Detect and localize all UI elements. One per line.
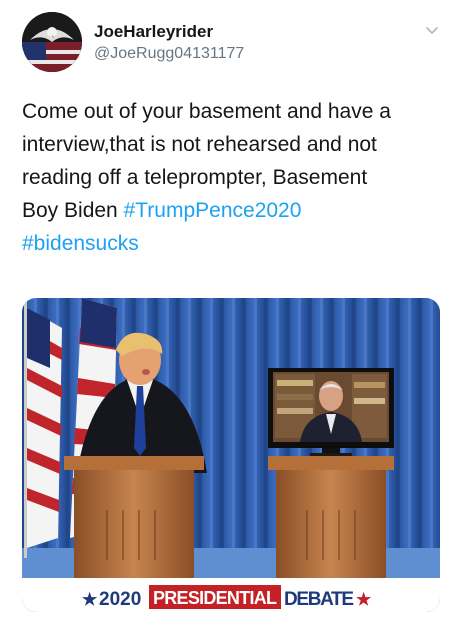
hashtag-link[interactable]: #TrumpPence2020 [124, 199, 302, 222]
eagle-flag-avatar-icon [22, 12, 82, 72]
debate-banner: ★ 2020 PRESIDENTIAL DEBATE ★ [22, 578, 440, 612]
tv-screen [268, 368, 394, 457]
tweet-line-text: Boy Biden [22, 199, 124, 222]
tweet-text: Come out of your basement and have a int… [22, 95, 442, 260]
tweet-header: JoeHarleyrider @JoeRugg04131177 [22, 12, 442, 72]
tweet-line: interview,that is not rehearsed and not [22, 133, 377, 156]
debate-image: ★ 2020 PRESIDENTIAL DEBATE ★ [22, 298, 440, 612]
banner-year: 2020 [99, 589, 141, 610]
podium-right [268, 456, 394, 580]
tweet-line: Boy Biden #TrumpPence2020 [22, 194, 442, 227]
banner-word-presidential: PRESIDENTIAL [153, 588, 277, 608]
flag-left [24, 298, 62, 558]
star-icon: ★ [356, 590, 372, 609]
podium-left [64, 456, 204, 580]
star-icon: ★ [82, 590, 98, 609]
hashtag-link[interactable]: #bidensucks [22, 227, 442, 260]
chevron-down-icon[interactable] [424, 22, 440, 38]
tweet-image[interactable]: ★ 2020 PRESIDENTIAL DEBATE ★ [22, 298, 440, 612]
user-handle[interactable]: @JoeRugg04131177 [94, 45, 244, 63]
avatar[interactable] [22, 12, 82, 72]
banner-word-debate: DEBATE [284, 589, 354, 610]
tweet-line: Come out of your basement and have a [22, 100, 391, 123]
tweet-line: reading off a teleprompter, Basement [22, 166, 368, 189]
display-name[interactable]: JoeHarleyrider [94, 22, 213, 42]
